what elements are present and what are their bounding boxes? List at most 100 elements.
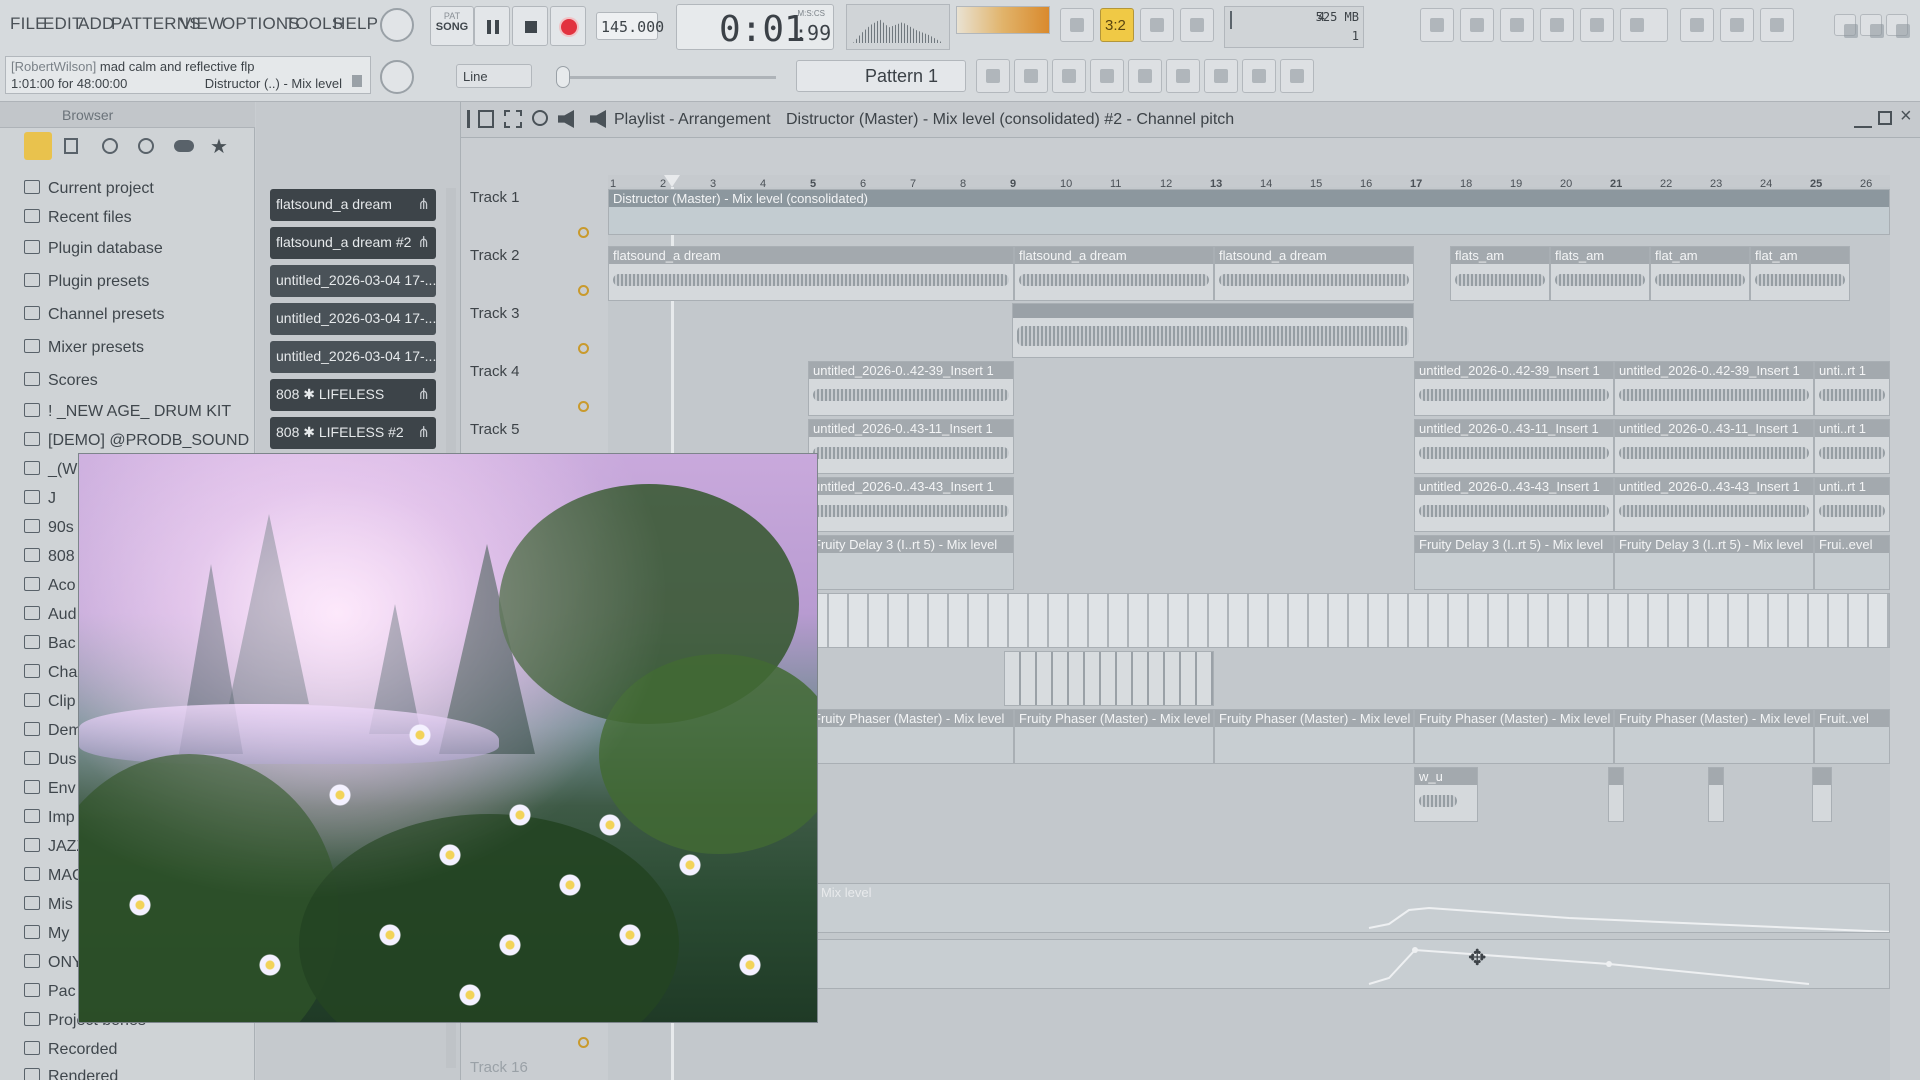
audio-clip[interactable] — [1812, 767, 1832, 822]
save-icon[interactable] — [1500, 8, 1534, 42]
track-name[interactable]: Track 4 — [470, 363, 519, 380]
zoom-slider-track[interactable] — [560, 76, 776, 79]
zoom-slider-handle[interactable] — [556, 66, 570, 88]
menu-help[interactable]: HELP — [333, 14, 378, 34]
info-icon[interactable] — [1420, 8, 1454, 42]
track-name[interactable]: Track 5 — [470, 421, 519, 438]
file-filter-icon[interactable] — [64, 138, 78, 154]
note-icon[interactable] — [1280, 59, 1314, 93]
pat-song-toggle[interactable]: PAT SONG — [430, 6, 474, 46]
audio-clip[interactable]: unti..rt 1 — [1814, 477, 1890, 532]
channel-item[interactable]: 808 ✱ LIFELESS #2 ⋔ — [270, 417, 436, 449]
automation-curve[interactable] — [809, 940, 1890, 989]
microphone-icon[interactable] — [1204, 59, 1238, 93]
audio-clip[interactable]: untitled_2026-0..42-39_Insert 1 — [808, 361, 1014, 416]
audio-clip[interactable]: flatsound_a dream — [608, 246, 1014, 301]
audio-clip[interactable]: flats_am — [1450, 246, 1550, 301]
maximize-icon[interactable] — [1860, 14, 1884, 38]
automation-clip[interactable]: Fruity Phaser (Master) - Mix level — [1214, 709, 1414, 764]
automation-clip[interactable]: Fruity Phaser (Master) - Mix level — [1414, 709, 1614, 764]
audio-clip[interactable]: untitled_2026-0..43-11_Insert 1 — [1414, 419, 1614, 474]
typing-keyboard-icon[interactable] — [1060, 8, 1094, 42]
plugin-picker-icon[interactable] — [1128, 59, 1162, 93]
cloud-icon[interactable] — [174, 140, 194, 152]
channel-item[interactable]: untitled_2026-03-04 17-... — [270, 303, 436, 335]
browser-item[interactable]: Mixer presets — [24, 339, 254, 367]
channel-item[interactable]: 808 ✱ LIFELESS ⋔ — [270, 379, 436, 411]
track-name[interactable]: Track 16 — [470, 1059, 528, 1076]
audio-clip[interactable]: untitled_2026-0..42-39_Insert 1 — [1614, 361, 1814, 416]
pause-button[interactable] — [474, 6, 510, 46]
track-name[interactable]: Track 3 — [470, 305, 519, 322]
power-icon[interactable] — [1680, 8, 1714, 42]
track-name[interactable]: Track 1 — [470, 189, 519, 206]
audio-clip[interactable]: untitled_2026-0..43-11_Insert 1 — [808, 419, 1014, 474]
star-icon[interactable]: ★ — [210, 134, 228, 159]
audio-clip[interactable]: flat_am — [1650, 246, 1750, 301]
automation-clip[interactable]: Fruity Delay 3 (I..rt 5) - Mix level — [808, 535, 1014, 590]
automation-clip[interactable]: Fruity Delay 3 (I..rt 5) - Mix level — [1414, 535, 1614, 590]
audio-clip[interactable]: unti..rt 1 — [1814, 361, 1890, 416]
channel-item[interactable]: flatsound_a dream ⋔ — [270, 189, 436, 221]
browser-toggle-icon[interactable] — [1166, 59, 1200, 93]
browser-item[interactable]: Plugin presets — [24, 273, 254, 301]
audio-clip[interactable]: flat_am — [1750, 246, 1850, 301]
channel-item[interactable]: untitled_2026-03-04 17-... — [270, 341, 436, 373]
step-size-icon[interactable]: 3:2 — [1100, 8, 1134, 42]
automation-clip[interactable] — [808, 939, 1890, 989]
playback-icon[interactable] — [558, 110, 574, 128]
record-button[interactable] — [550, 6, 586, 46]
audio-clip[interactable]: untitled_2026-0..43-43_Insert 1 — [808, 477, 1014, 532]
browser-item[interactable]: Plugin database — [24, 240, 254, 268]
automation-curve[interactable] — [809, 884, 1890, 933]
menu-view[interactable]: VIEW — [180, 14, 224, 34]
project-picker-icon[interactable] — [1242, 59, 1276, 93]
automation-clip[interactable]: - Mix level — [808, 883, 1890, 933]
audio-clip[interactable]: untitled_2026-0..42-39_Insert 1 — [1414, 361, 1614, 416]
song-time-display[interactable]: 0:01 :99 M:S:CS — [676, 4, 834, 50]
channel-item[interactable]: flatsound_a dream #2 ⋔ — [270, 227, 436, 259]
audio-clip[interactable] — [1004, 651, 1214, 706]
piano-roll-icon[interactable] — [1014, 59, 1048, 93]
channel-rack-icon[interactable] — [1052, 59, 1086, 93]
close-icon[interactable] — [1886, 14, 1910, 38]
cpu-icon[interactable] — [1460, 8, 1494, 42]
menu-edit[interactable]: EDIT — [43, 14, 83, 34]
browser-item[interactable]: Recent files — [24, 209, 254, 237]
mixer-icon[interactable] — [1090, 59, 1124, 93]
plugin-icon[interactable] — [1540, 8, 1574, 42]
plugin-filter-icon[interactable] — [138, 138, 154, 154]
automation-clip[interactable]: Distructor (Master) - Mix level (consoli… — [608, 189, 1890, 235]
audio-clip[interactable]: w_u — [1414, 767, 1478, 822]
audio-clip[interactable]: flatsound_a dream — [1214, 246, 1414, 301]
browser-item[interactable]: Channel presets — [24, 306, 254, 334]
browser-item[interactable]: Current project — [24, 180, 254, 208]
automation-clip[interactable]: Fruity Phaser (Master) - Mix level — [808, 709, 1014, 764]
stop-button[interactable] — [512, 6, 548, 46]
playlist-maximize-icon[interactable] — [1878, 111, 1892, 125]
minimize-icon[interactable] — [1834, 14, 1858, 38]
playhead-marker-icon[interactable] — [664, 175, 680, 187]
track-record-icon[interactable] — [578, 343, 589, 354]
browser-item[interactable]: Recorded — [24, 1041, 254, 1069]
automation-clip[interactable]: Fruity Phaser (Master) - Mix level — [1614, 709, 1814, 764]
hand-icon[interactable] — [1760, 8, 1794, 42]
audio-clip[interactable] — [1012, 303, 1414, 358]
select-icon[interactable] — [504, 110, 522, 128]
track-record-icon[interactable] — [578, 401, 589, 412]
export-icon[interactable] — [1580, 8, 1614, 42]
track-record-icon[interactable] — [578, 1037, 589, 1048]
audio-clip[interactable]: untitled_2026-0..43-43_Insert 1 — [1614, 477, 1814, 532]
master-pitch-knob[interactable] — [380, 60, 414, 94]
audio-clip[interactable]: unti..rt 1 — [1814, 419, 1890, 474]
master-volume-knob[interactable] — [380, 8, 414, 42]
pattern-selector[interactable]: Pattern 1 — [796, 60, 966, 92]
all-filter-icon[interactable] — [24, 132, 52, 160]
wait-input-icon[interactable] — [1140, 8, 1174, 42]
playlist-window-icon[interactable] — [976, 59, 1010, 93]
track-record-icon[interactable] — [578, 285, 589, 296]
browser-item[interactable]: ! _NEW AGE_ DRUM KIT — [24, 403, 254, 431]
track-name[interactable]: Track 2 — [470, 247, 519, 264]
automation-clip[interactable]: Fruit..vel — [1814, 709, 1890, 764]
automation-clip[interactable]: Fruity Delay 3 (I..rt 5) - Mix level — [1614, 535, 1814, 590]
